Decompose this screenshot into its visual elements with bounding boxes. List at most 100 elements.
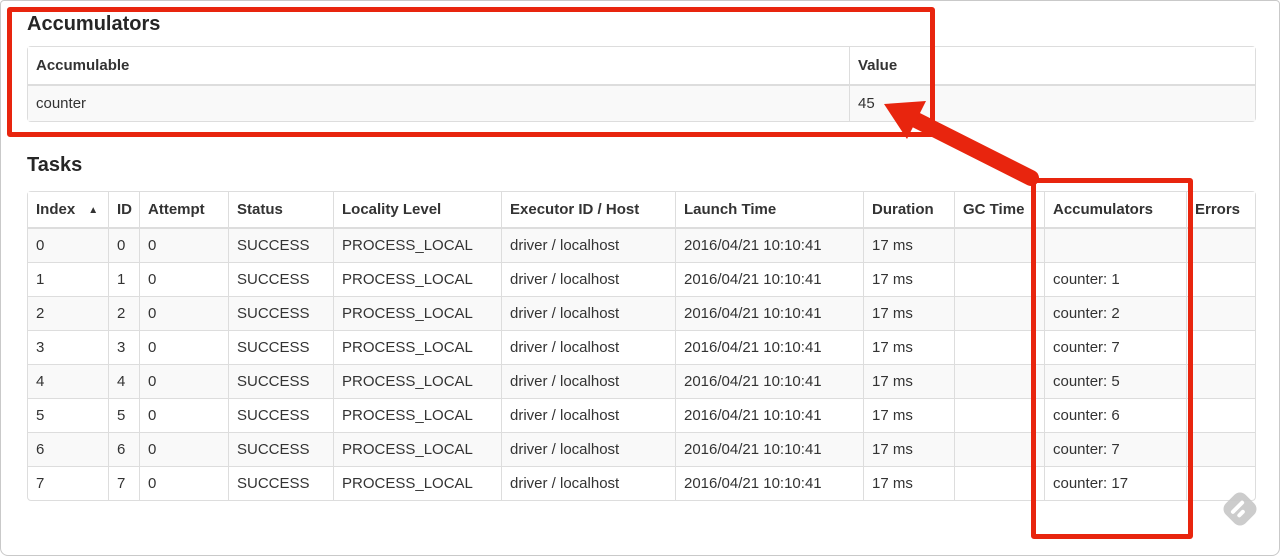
table-cell: 7 — [109, 467, 140, 500]
table-header-row: Index ▲ ID Attempt Status Locality Level … — [28, 192, 1255, 229]
table-cell: 2016/04/21 10:10:41 — [676, 365, 864, 399]
table-cell: counter: 7 — [1045, 331, 1187, 365]
table-cell: driver / localhost — [502, 365, 676, 399]
table-cell: 3 — [109, 331, 140, 365]
table-cell: counter: 7 — [1045, 433, 1187, 467]
column-header-launch-time[interactable]: Launch Time — [676, 192, 864, 229]
column-header-value: Value — [850, 47, 1255, 86]
table-cell: SUCCESS — [229, 297, 334, 331]
table-row: 3 3 0 SUCCESS PROCESS_LOCAL driver / localhos… — [28, 331, 1255, 365]
table-cell — [955, 365, 1045, 399]
tasks-table: Index ▲ ID Attempt Status Locality Level … — [27, 191, 1256, 501]
table-cell: 4 — [109, 365, 140, 399]
table-cell — [955, 433, 1045, 467]
table-cell: SUCCESS — [229, 331, 334, 365]
table-cell — [1187, 433, 1255, 467]
table-cell: PROCESS_LOCAL — [334, 365, 502, 399]
table-cell: driver / localhost — [502, 467, 676, 500]
column-header-executor-id-host[interactable]: Executor ID / Host — [502, 192, 676, 229]
table-cell: 7 — [28, 467, 109, 500]
table-cell: counter: 5 — [1045, 365, 1187, 399]
table-cell: 17 ms — [864, 467, 955, 500]
table-cell — [955, 467, 1045, 500]
column-header-id[interactable]: ID — [109, 192, 140, 229]
page-content: Accumulators Accumulable Value counter 45… — [1, 1, 1279, 501]
watermark-stripe — [1236, 509, 1246, 519]
table-row: 6 6 0 SUCCESS PROCESS_LOCAL driver / localhos… — [28, 433, 1255, 467]
table-cell: 17 ms — [864, 399, 955, 433]
table-cell: 2016/04/21 10:10:41 — [676, 229, 864, 263]
table-cell: counter: 2 — [1045, 297, 1187, 331]
table-cell: driver / localhost — [502, 297, 676, 331]
tasks-section-title: Tasks — [27, 154, 83, 176]
table-cell — [955, 331, 1045, 365]
spark-ui-page: { "accumulators_section": { "title": "Ac… — [0, 0, 1280, 556]
table-cell — [1045, 229, 1187, 263]
sort-ascending-icon: ▲ — [88, 205, 99, 216]
table-cell: 0 — [140, 297, 229, 331]
table-cell: 0 — [28, 229, 109, 263]
column-header-index[interactable]: Index ▲ — [28, 192, 109, 229]
table-cell: 17 ms — [864, 433, 955, 467]
accumulators-section-title: Accumulators — [27, 13, 161, 35]
table-header-row: Accumulable Value — [28, 47, 1255, 86]
column-header-attempt[interactable]: Attempt — [140, 192, 229, 229]
table-row: 2 2 0 SUCCESS PROCESS_LOCAL driver / localhos… — [28, 297, 1255, 331]
table-cell: PROCESS_LOCAL — [334, 467, 502, 500]
column-header-status[interactable]: Status — [229, 192, 334, 229]
table-cell: 0 — [140, 399, 229, 433]
table-cell — [1187, 399, 1255, 433]
table-cell: counter — [28, 86, 850, 121]
table-cell: 17 ms — [864, 331, 955, 365]
table-cell — [1187, 297, 1255, 331]
table-cell: counter: 1 — [1045, 263, 1187, 297]
table-cell: 6 — [109, 433, 140, 467]
column-header-errors[interactable]: Errors — [1187, 192, 1255, 229]
table-cell — [1187, 467, 1255, 500]
table-cell: 2 — [28, 297, 109, 331]
table-cell: 2016/04/21 10:10:41 — [676, 399, 864, 433]
table-cell: 5 — [28, 399, 109, 433]
table-cell: 1 — [28, 263, 109, 297]
table-row: counter 45 — [28, 86, 1255, 121]
column-header-accumulable: Accumulable — [28, 47, 850, 86]
table-cell — [1187, 365, 1255, 399]
table-cell: 4 — [28, 365, 109, 399]
table-cell — [1187, 229, 1255, 263]
column-header-locality-level[interactable]: Locality Level — [334, 192, 502, 229]
table-cell: 3 — [28, 331, 109, 365]
table-cell: 2 — [109, 297, 140, 331]
table-cell: 1 — [109, 263, 140, 297]
table-cell: driver / localhost — [502, 331, 676, 365]
table-cell: PROCESS_LOCAL — [334, 229, 502, 263]
table-cell: SUCCESS — [229, 229, 334, 263]
table-cell: SUCCESS — [229, 467, 334, 500]
table-cell: SUCCESS — [229, 433, 334, 467]
table-cell — [1187, 331, 1255, 365]
table-cell: counter: 6 — [1045, 399, 1187, 433]
column-header-accumulators[interactable]: Accumulators — [1045, 192, 1187, 229]
table-cell: SUCCESS — [229, 399, 334, 433]
table-cell — [955, 229, 1045, 263]
table-cell: SUCCESS — [229, 365, 334, 399]
table-cell: 0 — [140, 331, 229, 365]
table-cell: 2016/04/21 10:10:41 — [676, 467, 864, 500]
column-header-gc-time[interactable]: GC Time — [955, 192, 1045, 229]
table-cell: 0 — [140, 433, 229, 467]
tasks-table-body: 0 0 0 SUCCESS PROCESS_LOCAL driver / localhos… — [28, 229, 1255, 500]
table-cell — [955, 263, 1045, 297]
table-cell: 2016/04/21 10:10:41 — [676, 433, 864, 467]
accumulators-table-head: Accumulable Value — [28, 47, 1255, 86]
table-row: 4 4 0 SUCCESS PROCESS_LOCAL driver / localhos… — [28, 365, 1255, 399]
table-cell: counter: 17 — [1045, 467, 1187, 500]
table-cell: 0 — [140, 263, 229, 297]
table-cell: 45 — [858, 95, 875, 112]
table-row: 1 1 0 SUCCESS PROCESS_LOCAL driver / localhos… — [28, 263, 1255, 297]
table-cell: 17 ms — [864, 297, 955, 331]
table-cell: 5 — [109, 399, 140, 433]
column-header-duration[interactable]: Duration — [864, 192, 955, 229]
table-cell: PROCESS_LOCAL — [334, 263, 502, 297]
table-cell: driver / localhost — [502, 263, 676, 297]
table-row: 0 0 0 SUCCESS PROCESS_LOCAL driver / localhos… — [28, 229, 1255, 263]
table-cell: SUCCESS — [229, 263, 334, 297]
